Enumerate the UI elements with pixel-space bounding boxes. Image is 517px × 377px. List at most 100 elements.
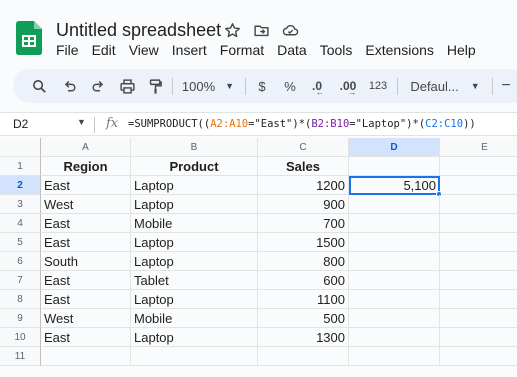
more-formats-button[interactable]: 123 (366, 69, 390, 103)
column-header-a[interactable]: A (41, 138, 131, 157)
cell-a[interactable]: East (41, 328, 131, 347)
column-header-c[interactable]: C (258, 138, 349, 157)
cell-c[interactable]: Sales (258, 157, 349, 176)
row-header[interactable]: 7 (0, 271, 41, 290)
move-to-folder-icon[interactable] (253, 22, 270, 39)
cell-d[interactable] (349, 233, 440, 252)
row-header[interactable]: 1 (0, 157, 41, 176)
menu-file[interactable]: File (56, 42, 79, 58)
print-button[interactable] (117, 69, 137, 103)
row-header[interactable]: 6 (0, 252, 41, 271)
percent-format-button[interactable]: % (281, 69, 299, 103)
menu-extensions[interactable]: Extensions (365, 42, 433, 58)
name-box[interactable]: D2 (13, 117, 28, 131)
row-header[interactable]: 5 (0, 233, 41, 252)
cell-c[interactable]: 700 (258, 214, 349, 233)
cell-b[interactable]: Laptop (131, 195, 258, 214)
cell-a[interactable]: East (41, 290, 131, 309)
cell-d[interactable] (349, 309, 440, 328)
cell-e[interactable] (440, 309, 517, 328)
cell-e[interactable] (440, 195, 517, 214)
cell-c[interactable]: 1500 (258, 233, 349, 252)
zoom-select[interactable]: 100% ▼ (178, 69, 238, 103)
cell-c[interactable]: 1200 (258, 176, 349, 195)
cell-e[interactable] (440, 233, 517, 252)
redo-button[interactable] (88, 69, 108, 103)
row-header[interactable]: 2 (0, 176, 41, 195)
cell-a[interactable]: South (41, 252, 131, 271)
cell-d[interactable] (349, 290, 440, 309)
cell-d[interactable] (349, 271, 440, 290)
cell-e[interactable] (440, 347, 517, 366)
cell-c[interactable]: 1300 (258, 328, 349, 347)
cell-a[interactable]: East (41, 233, 131, 252)
paint-format-button[interactable] (145, 69, 165, 103)
cell-b[interactable]: Mobile (131, 214, 258, 233)
cell-d[interactable] (349, 214, 440, 233)
cell-d[interactable] (349, 328, 440, 347)
menu-data[interactable]: Data (277, 42, 307, 58)
cell-c[interactable]: 1100 (258, 290, 349, 309)
undo-button[interactable] (59, 69, 79, 103)
cell-e[interactable] (440, 271, 517, 290)
cell-e[interactable] (440, 214, 517, 233)
cell-d[interactable] (349, 347, 440, 366)
column-header-b[interactable]: B (131, 138, 258, 157)
cell-b[interactable]: Laptop (131, 176, 258, 195)
menu-tools[interactable]: Tools (320, 42, 353, 58)
cell-e[interactable] (440, 157, 517, 176)
menu-edit[interactable]: Edit (92, 42, 116, 58)
menu-view[interactable]: View (129, 42, 159, 58)
select-all-corner[interactable] (0, 138, 41, 157)
search-menus-button[interactable] (29, 69, 49, 103)
column-header-d[interactable]: D (349, 138, 440, 157)
cell-b[interactable] (131, 347, 258, 366)
cell-b[interactable]: Mobile (131, 309, 258, 328)
document-title[interactable]: Untitled spreadsheet (56, 20, 221, 41)
menu-format[interactable]: Format (220, 42, 264, 58)
cell-a[interactable]: East (41, 271, 131, 290)
cell-a[interactable]: East (41, 176, 131, 195)
cell-b[interactable]: Laptop (131, 290, 258, 309)
cell-b[interactable]: Laptop (131, 328, 258, 347)
increase-decimal-button[interactable]: .00 → (335, 69, 361, 103)
decrease-decimal-button[interactable]: .0 ← (306, 69, 330, 103)
row-header[interactable]: 11 (0, 347, 41, 366)
currency-format-button[interactable]: $ (253, 69, 271, 103)
row-header[interactable]: 10 (0, 328, 41, 347)
active-cell[interactable]: 5,100 (349, 176, 440, 195)
star-icon[interactable] (224, 22, 241, 39)
cell-c[interactable]: 500 (258, 309, 349, 328)
column-header-e[interactable]: E (440, 138, 517, 157)
cell-c[interactable]: 900 (258, 195, 349, 214)
cell-a[interactable]: East (41, 214, 131, 233)
cell-d[interactable] (349, 252, 440, 271)
cell-b[interactable]: Laptop (131, 233, 258, 252)
cell-a[interactable]: West (41, 309, 131, 328)
cell-e[interactable] (440, 176, 517, 195)
row-header[interactable]: 9 (0, 309, 41, 328)
cell-c[interactable]: 800 (258, 252, 349, 271)
cell-a[interactable] (41, 347, 131, 366)
cell-e[interactable] (440, 252, 517, 271)
cell-e[interactable] (440, 328, 517, 347)
cell-d[interactable] (349, 195, 440, 214)
cell-b[interactable]: Tablet (131, 271, 258, 290)
cell-a[interactable]: West (41, 195, 131, 214)
chevron-down-icon[interactable]: ▼ (77, 117, 86, 127)
cell-c[interactable]: 600 (258, 271, 349, 290)
font-select[interactable]: Defaul... ▼ (405, 69, 485, 103)
cell-c[interactable] (258, 347, 349, 366)
cell-b[interactable]: Product (131, 157, 258, 176)
cell-b[interactable]: Laptop (131, 252, 258, 271)
menu-insert[interactable]: Insert (172, 42, 207, 58)
row-header[interactable]: 4 (0, 214, 41, 233)
menu-help[interactable]: Help (447, 42, 476, 58)
sheets-logo-icon[interactable] (16, 21, 42, 55)
cell-a[interactable]: Region (41, 157, 131, 176)
cloud-status-icon[interactable] (282, 22, 299, 39)
row-header[interactable]: 8 (0, 290, 41, 309)
cell-e[interactable] (440, 290, 517, 309)
cell-d[interactable] (349, 157, 440, 176)
formula-input[interactable]: =SUMPRODUCT((A2:A10="East")*(B2:B10="Lap… (128, 118, 476, 130)
